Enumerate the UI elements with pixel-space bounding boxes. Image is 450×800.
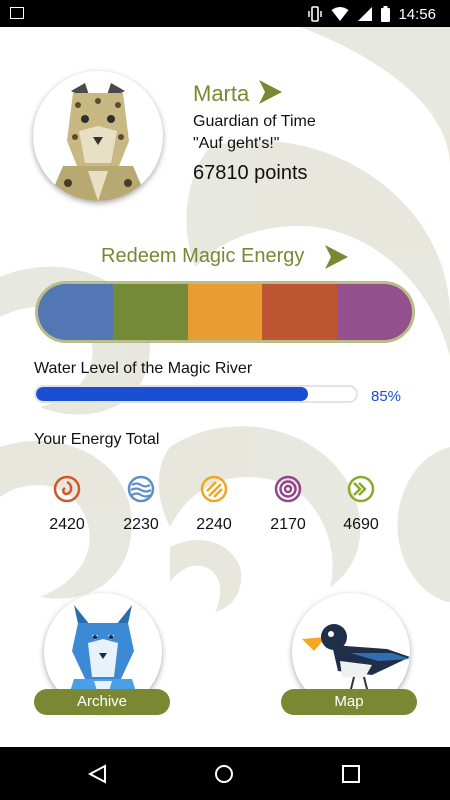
- energy-value-sun: 2240: [196, 516, 232, 533]
- user-title: Guardian of Time: [193, 113, 316, 130]
- fire-spiral-icon: [53, 475, 81, 503]
- energy-total-label: Your Energy Total: [34, 431, 160, 448]
- energy-value-spirit: 2170: [270, 516, 306, 533]
- wifi-icon: [331, 7, 349, 21]
- sun-stripes-icon: [200, 475, 228, 503]
- navigation-bar: [0, 747, 450, 800]
- status-bar: 14:56: [0, 0, 450, 27]
- name-arrow-icon[interactable]: [257, 79, 283, 105]
- image-notification-icon: [10, 7, 24, 19]
- signal-icon: [358, 7, 373, 21]
- earth-chevrons-icon: [347, 475, 375, 503]
- user-name[interactable]: Marta: [193, 81, 249, 107]
- clock: 14:56: [398, 5, 436, 23]
- user-quote: "Auf geht's!": [193, 135, 280, 152]
- water-waves-icon: [127, 475, 155, 503]
- battery-icon: [381, 6, 391, 22]
- recents-icon[interactable]: [342, 765, 360, 783]
- magic-energy-bar[interactable]: [35, 281, 415, 343]
- redeem-magic-energy-link[interactable]: Redeem Magic Energy: [101, 245, 304, 268]
- archive-button[interactable]: Archive: [34, 689, 170, 715]
- status-icons: 14:56: [307, 4, 436, 24]
- energy-value-water: 2230: [123, 516, 159, 533]
- water-level-progress-fill: [36, 387, 308, 401]
- vibrate-icon: [308, 6, 323, 22]
- snow-leopard-avatar-icon: [48, 83, 148, 201]
- energy-bar-segment-earth: [112, 284, 188, 340]
- user-avatar[interactable]: [33, 71, 163, 201]
- home-icon[interactable]: [214, 764, 234, 784]
- water-level-percent: 85%: [371, 388, 402, 405]
- user-points: 67810 points: [193, 162, 308, 184]
- app-content: Marta Guardian of Time "Auf geht's!" 678…: [0, 27, 450, 747]
- water-level-label: Water Level of the Magic River: [34, 360, 253, 377]
- energy-bar-segment-spirit: [337, 284, 412, 340]
- back-icon[interactable]: [87, 764, 107, 784]
- energy-value-earth: 4690: [343, 516, 379, 533]
- energy-value-fire: 2420: [49, 516, 85, 533]
- energy-bar-segment-water: [38, 284, 113, 340]
- energy-bar-segment-ember: [262, 284, 338, 340]
- purple-spiral-icon: [274, 475, 302, 503]
- redeem-arrow-icon[interactable]: [323, 244, 349, 270]
- energy-bar-segment-fire: [187, 284, 263, 340]
- map-button[interactable]: Map: [281, 689, 417, 715]
- water-level-progress: [34, 385, 358, 403]
